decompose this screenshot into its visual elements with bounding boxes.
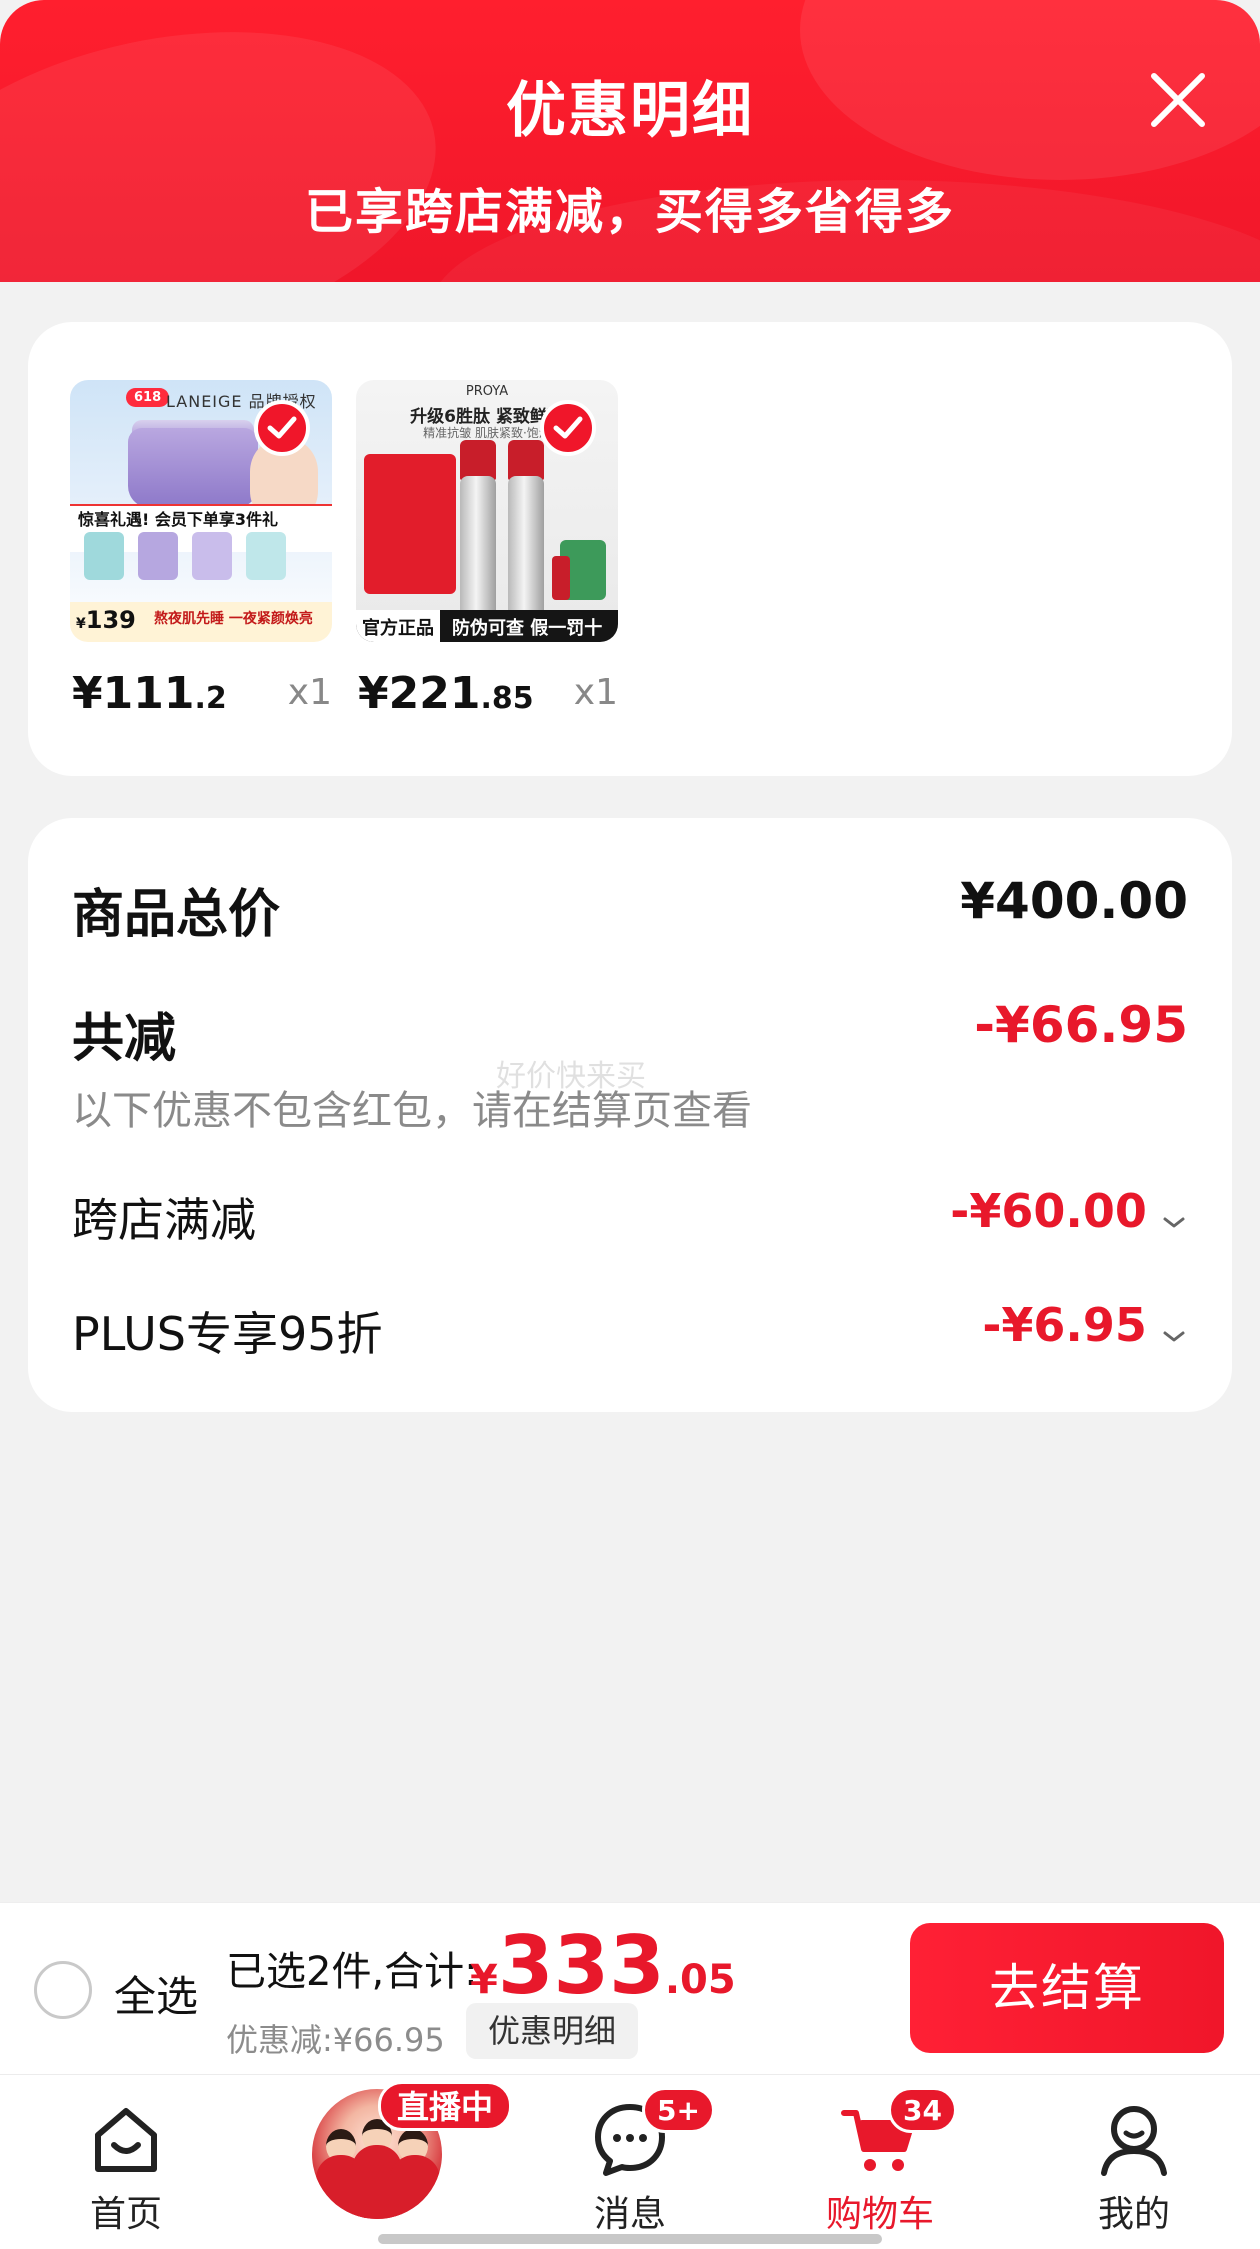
mini-bottle [552, 556, 570, 600]
product-price: ¥111.2 [72, 668, 227, 719]
bottom-tab-bar: 首页 直播中 5+ 消息 34 购物车 我的 [0, 2074, 1260, 2249]
brand-name: PROYA [465, 384, 509, 399]
discount-total-text: 优惠减:¥66.95 [226, 2021, 445, 2059]
product-jar [128, 428, 258, 508]
discount-label: PLUS专享95折 [72, 1307, 383, 1361]
total-price-value: ¥400.00 [960, 872, 1188, 930]
product-bottle [508, 476, 544, 626]
selected-products-card: 618 LANEIGE 品牌授权 惊喜礼遇! 会员下单享3件礼 ¥139 熬夜肌… [28, 322, 1232, 776]
product-bottle [460, 476, 496, 626]
discount-amount[interactable]: -¥60.00 [950, 1184, 1188, 1238]
discount-amount[interactable]: -¥6.95 [982, 1298, 1188, 1352]
tab-cart[interactable]: 34 购物车 [790, 2087, 970, 2237]
home-indicator[interactable] [378, 2234, 882, 2244]
profile-icon [1101, 2106, 1167, 2176]
page-subtitle: 已享跨店满减，买得多省得多 [304, 184, 955, 240]
selected-check-icon[interactable] [254, 400, 310, 456]
gift-items [84, 532, 318, 586]
close-icon [1151, 73, 1205, 127]
price-summary-card: 商品总价 ¥400.00 共减 -¥66.95 好价快来买 以下优惠不包含红包，… [28, 818, 1232, 1412]
total-price-label: 商品总价 [72, 885, 281, 945]
reduction-note: 以下优惠不包含红包，请在结算页查看 [72, 1088, 752, 1134]
strip-text: 熬夜肌先睡 一夜紧颜焕亮 [154, 611, 313, 627]
cart-count-badge: 34 [888, 2087, 957, 2133]
selected-check-icon[interactable] [540, 400, 596, 456]
checkout-bar: 全选 已选2件,合计: ¥333.05 优惠减:¥66.95 优惠明细 去结算 [0, 1902, 1260, 2074]
product-image[interactable]: 618 LANEIGE 品牌授权 惊喜礼遇! 会员下单享3件礼 ¥139 熬夜肌… [70, 380, 332, 642]
list-price: ¥139 [76, 606, 136, 634]
live-badge[interactable]: 直播中 [378, 2081, 513, 2131]
tab-label: 购物车 [825, 2194, 934, 2235]
tab-label: 我的 [1097, 2194, 1170, 2235]
product-quantity: x1 [287, 672, 332, 713]
live-person [390, 2155, 440, 2219]
select-all-checkbox[interactable] [34, 1961, 92, 2019]
product-item-proya[interactable]: PROYA 升级6胜肽 紧致鲜颜 精准抗皱 肌肤紧致·饱满 官方正品 防伪可查 … [356, 380, 618, 719]
bottle-cap [460, 440, 496, 480]
product-quantity: x1 [573, 672, 618, 713]
discount-detail-button[interactable]: 优惠明细 [466, 2003, 639, 2059]
product-price: ¥221.85 [358, 668, 534, 719]
discount-label: 跨店满减 [72, 1193, 256, 1247]
message-count-badge: 5+ [642, 2087, 715, 2133]
tab-label: 首页 [89, 2194, 162, 2235]
selected-count-text: 已选2件,合计: [226, 1949, 478, 1995]
product-image[interactable]: PROYA 升级6胜肽 紧致鲜颜 精准抗皱 肌肤紧致·饱满 官方正品 防伪可查 … [356, 380, 618, 642]
discount-item-plus[interactable]: PLUS专享95折 -¥6.95 [72, 1298, 1188, 1362]
close-button[interactable] [1140, 62, 1216, 138]
grand-total: ¥333.05 [470, 1919, 736, 2012]
total-reduction-label: 共减 [72, 1009, 177, 1069]
promo-tag: 618 [126, 388, 170, 407]
chevron-down-icon[interactable] [1160, 1213, 1188, 1233]
tab-messages[interactable]: 5+ 消息 [540, 2087, 720, 2237]
tab-home[interactable]: 首页 [36, 2099, 216, 2237]
discount-detail-header: 优惠明细 已享跨店满减，买得多省得多 [0, 0, 1260, 282]
home-icon [95, 2108, 157, 2172]
checkout-button[interactable]: 去结算 [910, 1923, 1224, 2053]
tab-mine[interactable]: 我的 [1044, 2099, 1224, 2237]
discount-item-cross-store[interactable]: 跨店满减 -¥60.00 [72, 1184, 1188, 1248]
product-box [364, 454, 456, 594]
product-item-laneige[interactable]: 618 LANEIGE 品牌授权 惊喜礼遇! 会员下单享3件礼 ¥139 熬夜肌… [70, 380, 332, 719]
total-reduction-value: -¥66.95 [974, 996, 1188, 1054]
reduction-note-row: 以下优惠不包含红包，请在结算页查看 [72, 1078, 1188, 1134]
page-title: 优惠明细 [506, 76, 754, 146]
tab-label: 消息 [593, 2194, 666, 2235]
guarantee-tag: 防伪可查 假一罚十 [452, 618, 603, 639]
bottle-cap [508, 440, 544, 480]
total-price-row: 商品总价 ¥400.00 [72, 872, 1188, 945]
promo-text: 惊喜礼遇! 会员下单享3件礼 [78, 510, 279, 529]
official-tag: 官方正品 [356, 610, 440, 642]
chevron-down-icon[interactable] [1160, 1327, 1188, 1347]
select-all-label[interactable]: 全选 [114, 1963, 198, 2024]
